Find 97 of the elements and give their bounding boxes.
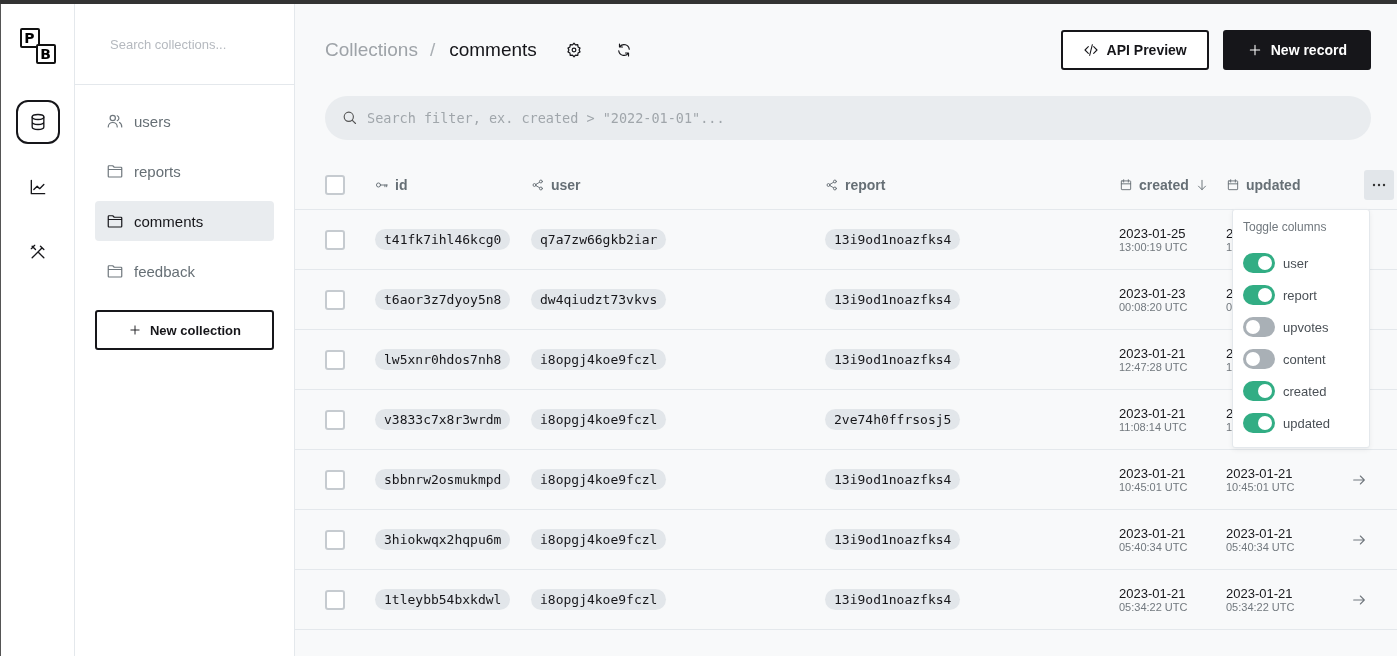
record-id: 1tleybb54bxkdwl (375, 589, 511, 610)
collection-item[interactable]: reports (95, 151, 274, 191)
new-record-button[interactable]: New record (1222, 30, 1371, 70)
relation-id: 13i9od1noazfks4 (825, 469, 961, 490)
relation-id: 13i9od1noazfks4 (825, 229, 961, 250)
checkbox[interactable] (325, 349, 345, 370)
column-header[interactable]: created (1119, 176, 1226, 193)
relation-id: i8opgj4koe9fczl (531, 469, 667, 490)
checkbox[interactable] (325, 174, 345, 195)
toggle-label: created (1283, 383, 1327, 399)
date-text: 2023-01-21 (1226, 466, 1293, 481)
relation-icon (825, 177, 839, 192)
relation-id: i8opgj4koe9fczl (531, 589, 667, 610)
time-text: 12:47:28 UTC (1119, 361, 1188, 373)
relation-id: i8opgj4koe9fczl (531, 409, 667, 430)
folder-icon (106, 162, 124, 180)
date-text: 2023-01-25 (1119, 226, 1186, 241)
time-text: 10:45:01 UTC (1226, 481, 1295, 493)
column-header[interactable]: user (531, 176, 825, 193)
relation-id: dw4qiudzt73vkvs (531, 289, 667, 310)
toggle-label: content (1283, 351, 1326, 367)
toggle-switch[interactable] (1243, 413, 1275, 433)
checkbox[interactable] (325, 589, 345, 610)
toggle-switch[interactable] (1243, 349, 1275, 369)
record-id: t41fk7ihl46kcg0 (375, 229, 511, 250)
more-icon (1372, 182, 1386, 187)
time-text: 0 (1226, 301, 1233, 313)
record-id: sbbnrw2osmukmpd (375, 469, 511, 490)
time-text: 10:45:01 UTC (1119, 481, 1188, 493)
checkbox[interactable] (325, 229, 345, 250)
time-text: 05:34:22 UTC (1226, 601, 1295, 613)
relation-id: 13i9od1noazfks4 (825, 589, 961, 610)
checkbox[interactable] (325, 289, 345, 310)
menu-title: Toggle columns (1243, 220, 1328, 234)
time-text: 05:34:22 UTC (1119, 601, 1188, 613)
date-text: 2023-01-21 (1119, 586, 1186, 601)
settings-icon[interactable] (564, 41, 583, 59)
toggle-label: user (1283, 255, 1309, 271)
time-text: 05:40:34 UTC (1226, 541, 1295, 553)
date-text: 2023-01-21 (1119, 526, 1186, 541)
new-collection-button[interactable]: New collection (95, 310, 274, 350)
date-text: 2023-01-21 (1226, 586, 1293, 601)
relation-id: 13i9od1noazfks4 (825, 529, 961, 550)
record-id: v3833c7x8r3wrdm (375, 409, 511, 430)
column-header[interactable]: report (825, 176, 1119, 193)
more-button[interactable] (1364, 169, 1394, 200)
date-text: 2023-01-21 (1119, 406, 1186, 421)
column-header[interactable]: updated (1226, 176, 1339, 193)
time-text: 13:00:19 UTC (1119, 241, 1188, 253)
checkbox[interactable] (325, 469, 345, 490)
date-text: 2023-01-21 (1119, 346, 1186, 361)
date-text: 2023-01-23 (1119, 286, 1186, 301)
relation-id: 13i9od1noazfks4 (825, 289, 961, 310)
relation-id: i8opgj4koe9fczl (531, 349, 667, 370)
folder-icon (106, 212, 124, 230)
record-id: 3hiokwqx2hqpu6m (375, 529, 511, 550)
time-text: 00:08:20 UTC (1119, 301, 1188, 313)
relation-id: i8opgj4koe9fczl (531, 529, 667, 550)
time-text: 05:40:34 UTC (1119, 541, 1188, 553)
database-nav-button[interactable] (15, 100, 60, 144)
api-preview-button[interactable]: API Preview (1060, 30, 1209, 70)
breadcrumb-separator: / (429, 39, 436, 61)
search-icon (341, 109, 358, 126)
record-id: lw5xnr0hdos7nh8 (375, 349, 511, 370)
relation-id: 2ve74h0ffrsosj5 (825, 409, 961, 430)
filter-field[interactable]: Search filter, ex. created > "2022-01-01"... (325, 96, 1371, 140)
page-title: comments (449, 39, 537, 61)
toggle-label: upvotes (1283, 319, 1329, 335)
time-text: 11:08:14 UTC (1119, 421, 1187, 433)
relation-id: q7a7zw66gkb2iar (531, 229, 667, 250)
collection-item[interactable]: feedback (95, 251, 274, 291)
date-text: 2023-01-21 (1119, 466, 1186, 481)
relation-id: 13i9od1noazfks4 (825, 349, 961, 370)
users-icon (106, 112, 124, 130)
relation-icon (531, 177, 545, 192)
collection-item[interactable]: users (95, 101, 274, 141)
folder-icon (106, 262, 124, 280)
toggle-label: report (1283, 287, 1317, 303)
checkbox[interactable] (325, 529, 345, 550)
toggle-switch[interactable] (1243, 381, 1275, 401)
date-text: 2023-01-21 (1226, 526, 1293, 541)
calendar-icon (1119, 177, 1133, 192)
calendar-icon (1226, 177, 1240, 192)
toggle-switch[interactable] (1243, 317, 1275, 337)
checkbox[interactable] (325, 409, 345, 430)
collection-item[interactable]: comments (95, 201, 274, 241)
logo[interactable]: P B (17, 26, 58, 66)
code-icon (1082, 42, 1099, 58)
time-text: 1 (1226, 421, 1233, 433)
record-id: t6aor3z7dyoy5n8 (375, 289, 511, 310)
toggle-switch[interactable] (1243, 253, 1275, 273)
plus-icon (128, 323, 142, 337)
time-text: 1 (1226, 241, 1233, 253)
toggle-label: updated (1283, 415, 1330, 431)
toggle-switch[interactable] (1243, 285, 1275, 305)
column-header[interactable]: id (375, 176, 531, 193)
time-text: 1 (1226, 361, 1233, 373)
